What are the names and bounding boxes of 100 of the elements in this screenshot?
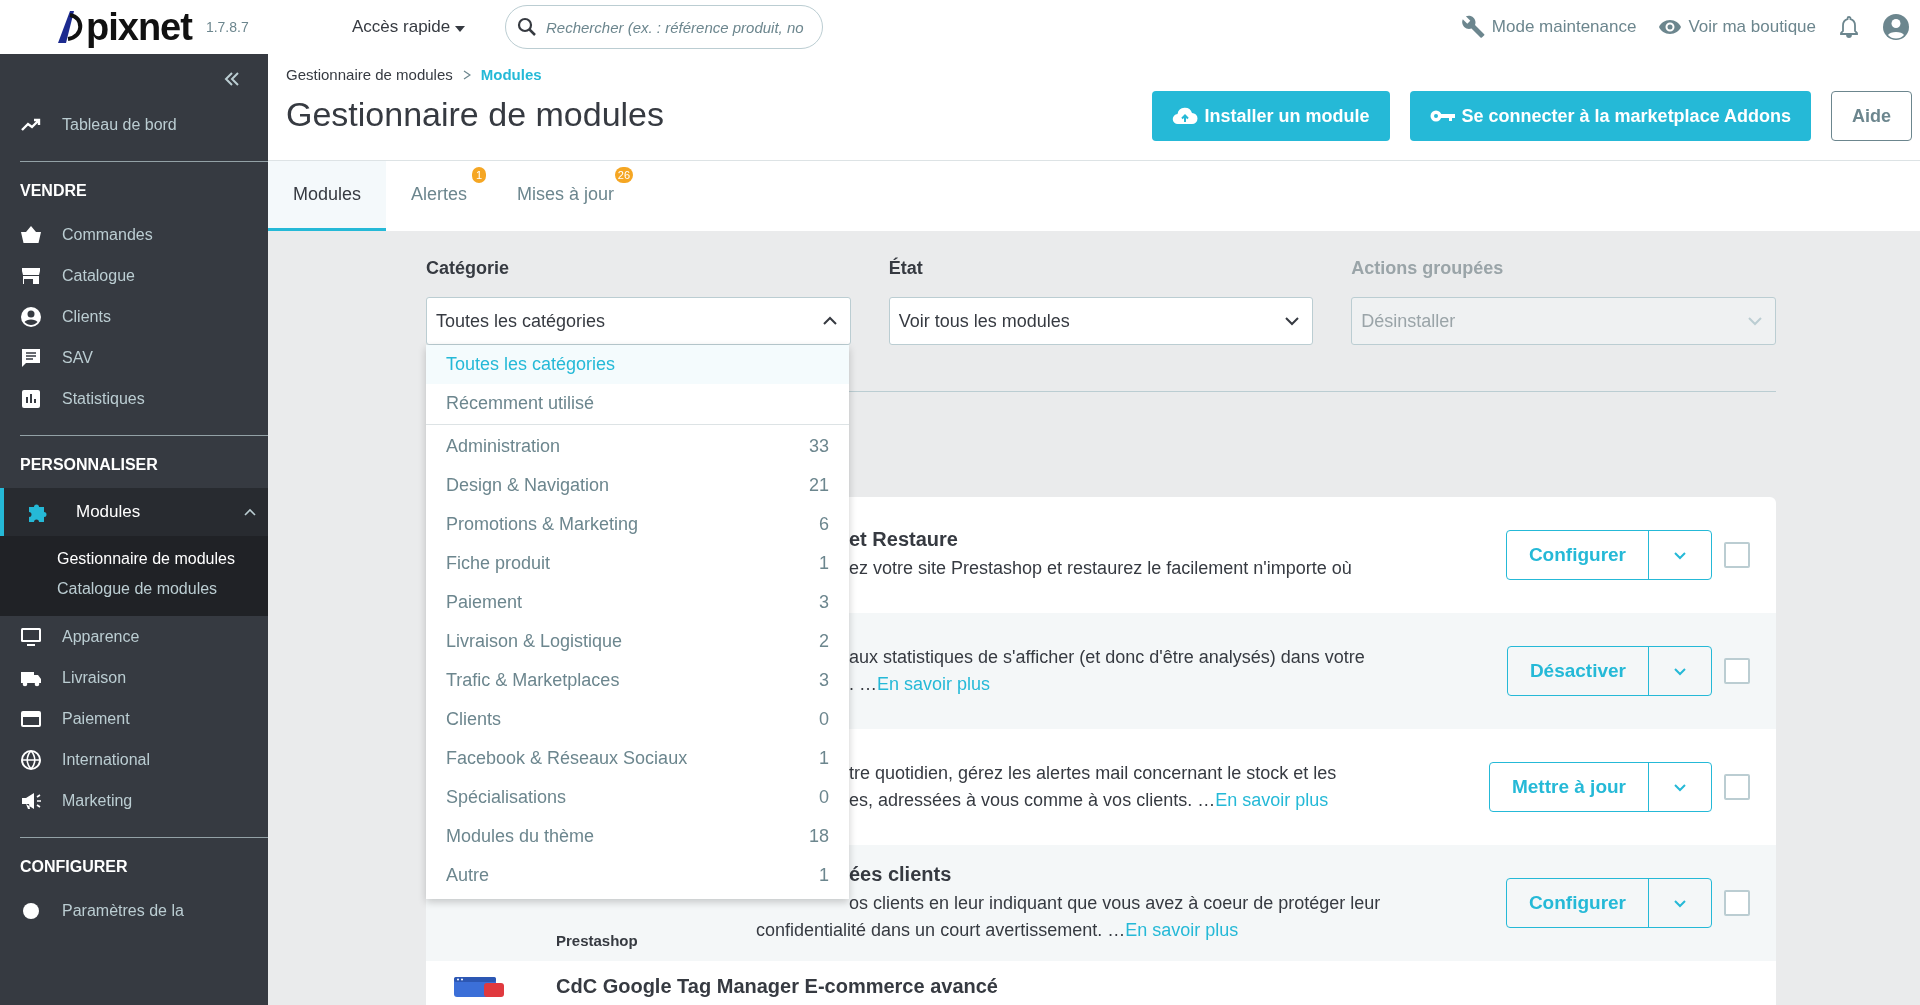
sidebar-item[interactable]: Paiement xyxy=(0,698,268,739)
sidebar-item[interactable]: SAV xyxy=(0,337,268,378)
module-title: CdC Google Tag Manager E-commerce avancé xyxy=(556,975,999,998)
filter-label: État xyxy=(888,258,924,279)
sidebar-item[interactable]: Marketing xyxy=(0,780,268,821)
module-description: ez votre site Prestashop et restaurez le facilement n'importe où xyxy=(849,557,1353,580)
wrench-icon xyxy=(1461,15,1486,39)
sidebar-item[interactable]: Commandes xyxy=(0,214,268,255)
sidebar-item[interactable]: Clients xyxy=(0,296,268,337)
dropdown-option[interactable]: Récemment utilisé xyxy=(426,384,849,423)
install-module-button[interactable]: Installer un module xyxy=(1152,91,1390,141)
search-field[interactable]: Rechercher (ex. : référence produit, no xyxy=(505,5,823,49)
breadcrumb-link[interactable]: Modules xyxy=(480,66,542,83)
module-description: os clients en leur indiquant que vous avez à coeur de protéger leur xyxy=(849,891,1382,915)
sidebar-item[interactable]: Modules xyxy=(0,488,268,536)
module-count: 0 xyxy=(819,709,829,730)
bar-chart-icon xyxy=(20,387,42,410)
version-label: 1.7.8.7 xyxy=(205,19,249,35)
help-button[interactable]: Aide xyxy=(1831,91,1912,141)
module-count: 0 xyxy=(819,787,829,808)
module-count: 3 xyxy=(819,592,829,613)
chevron-up-icon[interactable] xyxy=(244,508,256,516)
sidebar-subitem[interactable]: Gestionnaire de modules xyxy=(0,544,268,574)
checkbox[interactable] xyxy=(1724,658,1750,684)
caret-icon xyxy=(455,26,465,32)
module-count: 1 xyxy=(819,865,829,886)
sidebar-section-title: PERSONNALISER xyxy=(19,455,159,475)
filter-label: Catégorie xyxy=(426,258,511,279)
module-count: 6 xyxy=(819,514,829,535)
module-count: 2 xyxy=(819,631,829,652)
globe-icon xyxy=(20,748,42,771)
chat-icon xyxy=(20,346,42,369)
sidebar-item[interactable]: Apparence xyxy=(0,616,268,657)
dropdown-option[interactable]: Promotions & Marketing xyxy=(446,514,639,535)
sidebar-item[interactable]: Catalogue xyxy=(0,255,268,296)
module-count: 1 xyxy=(819,553,829,574)
user-icon xyxy=(20,305,42,328)
sidebar-subitem[interactable]: Catalogue de modules xyxy=(0,574,268,604)
sidebar-item[interactable]: Paramètres de la xyxy=(0,890,268,931)
collapse-sidebar-icon[interactable] xyxy=(224,72,240,86)
module-author: Prestashop xyxy=(556,932,638,949)
dropdown-option[interactable]: Fiche produit xyxy=(446,553,551,574)
module-count: 18 xyxy=(808,826,829,847)
checkbox[interactable] xyxy=(1724,890,1750,916)
sidebar-item[interactable]: Tableau de bord xyxy=(0,104,268,145)
dropdown-option[interactable]: Autre xyxy=(446,865,490,886)
dropdown-option[interactable]: Trafic & Marketplaces xyxy=(446,670,620,691)
chevron-down-icon xyxy=(1673,898,1687,908)
dropdown-option[interactable]: Paiement xyxy=(446,592,523,613)
filter-label: Actions groupées xyxy=(1351,258,1505,279)
chevron-down-icon xyxy=(1673,666,1687,676)
notification-bell-icon[interactable] xyxy=(1838,15,1860,39)
chevron-down-icon xyxy=(1747,316,1763,326)
dropdown-option[interactable]: Design & Navigation xyxy=(446,475,610,496)
quick-access-menu[interactable]: Accès rapide xyxy=(346,16,471,38)
count-badge: 1 xyxy=(472,167,487,183)
module-count: 21 xyxy=(808,475,829,496)
tab[interactable]: Alertes 1 xyxy=(386,161,493,231)
checkbox[interactable] xyxy=(1724,774,1750,800)
module-count: 3 xyxy=(819,670,829,691)
breadcrumb-separator-icon xyxy=(462,69,471,80)
user-account-icon[interactable] xyxy=(1882,13,1910,41)
module-description: aux statistiques de s'afficher (et donc d'être analysés) dans votre xyxy=(849,646,1366,669)
module-description: tre quotidien, gérez les alertes mail concernant le stock et les xyxy=(849,762,1338,785)
sidebar-item[interactable]: Livraison xyxy=(0,657,268,698)
dropdown-option[interactable]: Administration xyxy=(446,436,561,457)
dropdown-option[interactable]: Facebook & Réseaux Sociaux xyxy=(446,748,688,769)
sidebar-section-title: CONFIGURER xyxy=(19,857,129,877)
sidebar-section-title: VENDRE xyxy=(19,181,88,201)
module-count: 1 xyxy=(819,748,829,769)
chevron-down-icon xyxy=(1284,316,1301,326)
marketplace-connect-button[interactable]: Se connecter à la marketplace Addons xyxy=(1409,91,1811,141)
upload-cloud-icon xyxy=(1172,106,1199,126)
dropdown-option[interactable]: Modules du thème xyxy=(446,826,595,847)
dropdown-select[interactable]: Toutes les catégories xyxy=(426,297,851,345)
dropdown-option[interactable]: Toutes les catégories xyxy=(426,345,849,384)
module-title: ées clients xyxy=(849,862,953,886)
dropdown-option[interactable]: Livraison & Logistique xyxy=(446,631,623,652)
checkbox[interactable] xyxy=(1724,542,1750,568)
breadcrumb-link[interactable]: Gestionnaire de modules xyxy=(286,66,453,83)
header-link[interactable]: Voir ma boutique xyxy=(1658,15,1816,39)
tab[interactable]: Modules xyxy=(268,161,387,231)
count-badge: 26 xyxy=(614,167,634,183)
chevron-up-icon xyxy=(821,316,838,326)
tab[interactable]: Mises à jour 26 xyxy=(492,161,640,231)
key-icon xyxy=(1429,108,1456,124)
dropdown-select[interactable]: Voir tous les modules xyxy=(888,297,1314,345)
module-count: 33 xyxy=(808,436,829,457)
dropdown-option[interactable]: Spécialisations xyxy=(446,787,567,808)
learn-more-link[interactable]: En savoir plus xyxy=(1125,919,1239,940)
logo-text[interactable]: pixnet xyxy=(86,5,192,49)
sidebar-item[interactable]: International xyxy=(0,739,268,780)
dropdown-option[interactable]: Clients xyxy=(446,709,502,730)
sidebar-item[interactable]: Statistiques xyxy=(0,378,268,419)
learn-more-link[interactable]: En savoir plus xyxy=(1215,790,1329,810)
learn-more-link[interactable]: En savoir plus xyxy=(877,674,991,694)
module-title: et Restaure xyxy=(849,528,959,551)
header-link[interactable]: Mode maintenance xyxy=(1461,15,1637,39)
chevron-down-icon xyxy=(1673,782,1687,792)
page-title: Gestionnaire de modules xyxy=(286,95,664,134)
